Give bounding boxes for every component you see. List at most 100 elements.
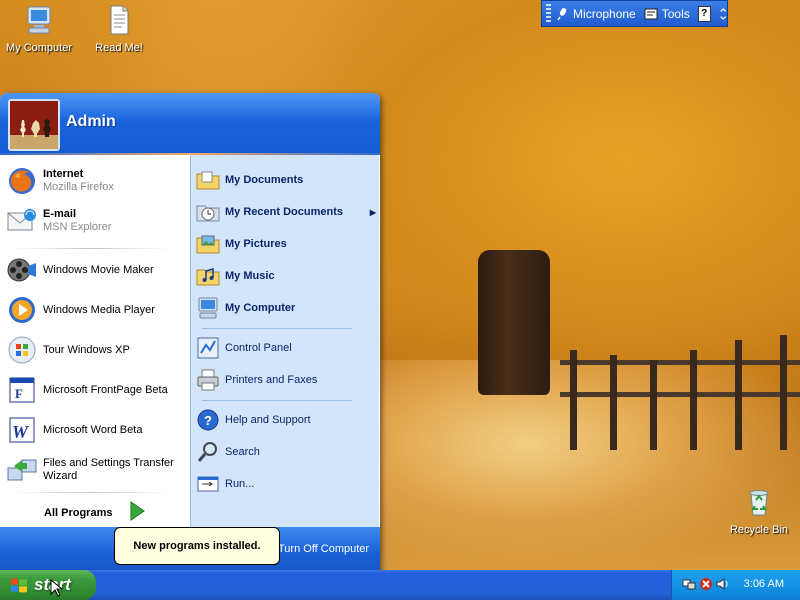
- start-menu-header: Admin: [0, 93, 380, 155]
- pinned-internet[interactable]: Internet Mozilla Firefox: [6, 165, 186, 197]
- recycle-bin-icon: [749, 490, 769, 516]
- frontpage-icon: F: [9, 377, 35, 403]
- tools-icon: [644, 8, 658, 19]
- start-button[interactable]: start: [0, 570, 96, 600]
- svg-text:F: F: [15, 386, 23, 401]
- text-document-icon: [110, 5, 129, 35]
- word-icon: W: [9, 417, 35, 443]
- pinned-subtitle: MSN Explorer: [43, 221, 112, 233]
- place-my-pictures[interactable]: My Pictures: [196, 232, 376, 256]
- program-microsoft-word[interactable]: W Microsoft Word Beta: [6, 414, 186, 446]
- place-my-computer[interactable]: My Computer: [196, 296, 376, 320]
- tool-label: Help and Support: [225, 414, 311, 426]
- my-computer-icon: [198, 297, 218, 319]
- svg-text:?: ?: [204, 413, 212, 428]
- security-alert-icon[interactable]: [699, 577, 713, 591]
- place-label: My Pictures: [225, 238, 287, 250]
- menu-separator: [202, 400, 352, 401]
- help-button[interactable]: ?: [697, 5, 711, 22]
- desktop-icon-recycle-bin[interactable]: Recycle Bin: [722, 486, 796, 536]
- user-name: Admin: [66, 113, 116, 130]
- menu-separator: [12, 492, 170, 493]
- program-tour-windows-xp[interactable]: Tour Windows XP: [6, 334, 186, 366]
- transfer-wizard-icon: [7, 459, 37, 481]
- windows-logo-icon: [11, 578, 27, 593]
- media-player-icon: [9, 297, 35, 323]
- place-label: My Documents: [225, 174, 304, 186]
- arrow-right-icon: [130, 501, 145, 521]
- control-panel-icon: [197, 337, 219, 359]
- folder-pictures-icon: [196, 235, 220, 254]
- tool-label: Search: [225, 446, 260, 458]
- system-tray: 3:06 AM: [671, 570, 800, 600]
- folder-music-icon: [196, 268, 220, 286]
- menu-separator: [12, 248, 170, 249]
- mouse-cursor-icon: [50, 579, 62, 597]
- firefox-icon: [9, 168, 35, 194]
- program-windows-movie-maker[interactable]: Windows Movie Maker: [6, 254, 186, 286]
- desktop-icon-label: My Computer: [5, 42, 73, 54]
- program-label: Tour Windows XP: [43, 344, 130, 356]
- tool-run[interactable]: Run...: [196, 472, 376, 496]
- taskbar: start 3:06 AM: [0, 570, 800, 600]
- program-label: Microsoft Word Beta: [43, 424, 143, 436]
- recent-documents-icon: [196, 205, 220, 222]
- svg-text:W: W: [12, 422, 30, 442]
- language-bar: Microphone Tools ?: [541, 0, 728, 27]
- user-avatar[interactable]: [8, 99, 60, 151]
- tool-help-and-support[interactable]: ? Help and Support: [196, 408, 376, 432]
- volume-icon[interactable]: [716, 577, 730, 591]
- microphone-icon: [557, 7, 567, 20]
- run-icon: [197, 476, 219, 492]
- place-label: My Recent Documents: [225, 206, 343, 218]
- program-label: Files and Settings Transfer Wizard: [43, 457, 174, 482]
- microphone-button[interactable]: Microphone: [557, 7, 636, 21]
- program-files-settings-transfer[interactable]: Files and Settings Transfer Wizard: [6, 454, 186, 486]
- start-menu: Admin Internet Mozilla Firefox E-mail MS…: [0, 93, 380, 571]
- program-windows-media-player[interactable]: Windows Media Player: [6, 294, 186, 326]
- pinned-email[interactable]: E-mail MSN Explorer: [6, 205, 186, 237]
- tour-xp-icon: [8, 336, 36, 364]
- place-my-music[interactable]: My Music: [196, 264, 376, 288]
- my-computer-icon: [27, 6, 51, 34]
- clock[interactable]: 3:06 AM: [744, 578, 784, 590]
- system-control-panel[interactable]: Control Panel: [196, 336, 376, 360]
- network-icon[interactable]: [682, 577, 696, 591]
- options-chevron-icon[interactable]: [719, 5, 727, 23]
- drag-grip-icon[interactable]: [546, 4, 552, 23]
- place-my-recent-documents[interactable]: My Recent Documents ▶: [196, 200, 376, 224]
- help-icon: ?: [197, 409, 219, 431]
- program-microsoft-frontpage[interactable]: F Microsoft FrontPage Beta: [6, 374, 186, 406]
- movie-maker-icon: [7, 258, 36, 282]
- tree-trunk: [478, 250, 550, 395]
- place-label: My Computer: [225, 302, 296, 314]
- program-label: Windows Media Player: [43, 304, 155, 316]
- notification-balloon[interactable]: New programs installed.: [114, 527, 280, 565]
- program-label: Windows Movie Maker: [43, 264, 154, 276]
- microphone-label: Microphone: [573, 6, 636, 21]
- place-my-documents[interactable]: My Documents: [196, 168, 376, 192]
- pinned-title: Internet: [43, 168, 84, 180]
- balloon-text: New programs installed.: [133, 540, 261, 552]
- pinned-subtitle: Mozilla Firefox: [43, 181, 114, 193]
- place-label: My Music: [225, 270, 275, 282]
- folder-documents-icon: [196, 171, 220, 190]
- menu-separator: [202, 328, 352, 329]
- email-icon: [7, 209, 36, 231]
- system-label: Printers and Faxes: [225, 374, 318, 386]
- pinned-title: E-mail: [43, 208, 77, 220]
- tools-button[interactable]: Tools: [644, 7, 690, 21]
- desktop-icon-label: Read Me!: [95, 42, 143, 54]
- chess-pieces-icon: [10, 101, 58, 149]
- submenu-arrow-icon: ▶: [369, 207, 376, 217]
- tools-label: Tools: [661, 6, 690, 21]
- desktop-icon-read-me[interactable]: Read Me!: [82, 4, 156, 54]
- all-programs-button[interactable]: All Programs: [44, 507, 112, 519]
- wooden-fence: [560, 330, 800, 450]
- desktop-icon-my-computer[interactable]: My Computer: [2, 4, 76, 54]
- program-label: Microsoft FrontPage Beta: [43, 384, 168, 396]
- tool-label: Run...: [225, 478, 255, 490]
- tool-search[interactable]: Search: [196, 440, 376, 464]
- system-printers-and-faxes[interactable]: Printers and Faxes: [196, 368, 376, 392]
- turn-off-computer-button[interactable]: Turn Off Computer: [278, 543, 369, 555]
